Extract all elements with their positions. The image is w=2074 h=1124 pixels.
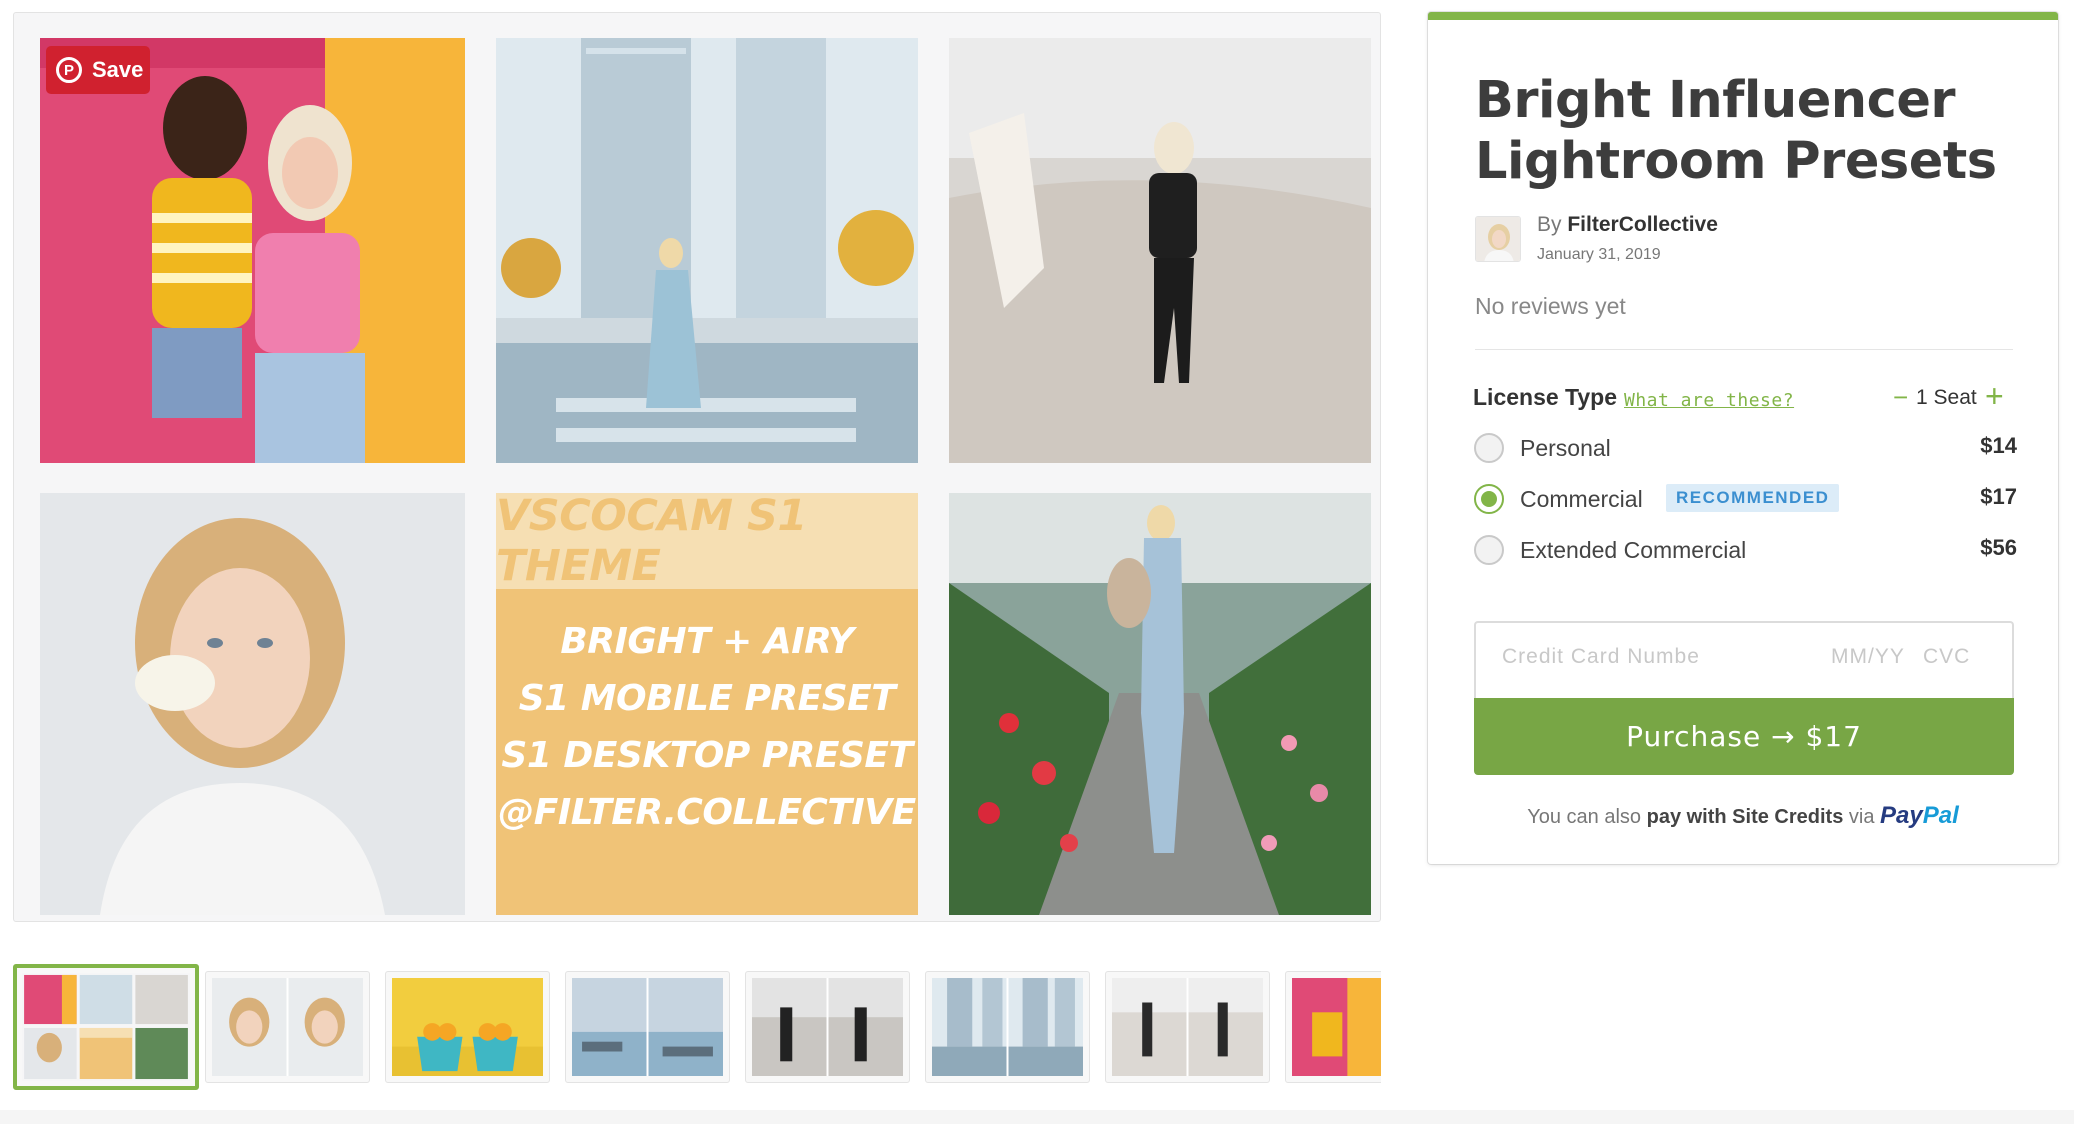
seat-decrement-button[interactable]: − xyxy=(1893,384,1908,410)
paypal-logo-pal: Pal xyxy=(1922,802,1959,829)
promo-line: @FILTER.COLLECTIVE xyxy=(498,792,916,833)
reviews-status: No reviews yet xyxy=(1475,293,1626,319)
promo-theme-band: VSCOCAM S1 THEME xyxy=(496,491,918,591)
preview-image-couple[interactable] xyxy=(40,38,465,463)
thumbnail[interactable] xyxy=(925,971,1090,1083)
product-title: Bright Influencer Lightroom Presets xyxy=(1475,71,1997,191)
license-option-label: Personal xyxy=(1520,435,1611,461)
license-option-label: Extended Commercial xyxy=(1520,537,1747,563)
purchase-button[interactable]: Purchase → $17 xyxy=(1474,698,2014,775)
promo-line: S1 DESKTOP PRESET xyxy=(501,735,913,776)
by-label: By xyxy=(1537,213,1562,236)
pinterest-icon: P xyxy=(56,57,82,83)
license-option-price: $56 xyxy=(1980,535,2017,560)
seat-increment-button[interactable]: + xyxy=(1985,380,2004,412)
license-option-label: Commercial xyxy=(1520,486,1643,512)
thumbnail-strip xyxy=(13,964,1381,1094)
license-type-label: License Type xyxy=(1473,384,1618,410)
preview-image-city[interactable] xyxy=(496,38,918,463)
thumbnail[interactable] xyxy=(13,964,199,1090)
license-option-commercial[interactable]: Commercial RECOMMENDED $17 xyxy=(1474,484,2017,514)
paypal-logo-pay: Pay xyxy=(1880,802,1923,829)
radio-button-selected[interactable] xyxy=(1474,484,1504,514)
page-bottom-band xyxy=(0,1110,2074,1124)
author-link[interactable]: FilterCollective xyxy=(1567,213,1718,236)
preview-gallery: VSCOCAM S1 THEME BRIGHT + AIRY S1 MOBILE… xyxy=(13,12,1381,922)
thumbnail[interactable] xyxy=(1105,971,1270,1083)
purchase-panel: Bright Influencer Lightroom Presets By F… xyxy=(1428,12,2058,864)
thumbnail[interactable] xyxy=(565,971,730,1083)
alt-pay-via: via xyxy=(1848,806,1875,828)
seat-count: 1 Seat xyxy=(1916,386,1977,409)
promo-line: BRIGHT + AIRY xyxy=(560,621,854,662)
license-option-extended-commercial[interactable]: Extended Commercial $56 xyxy=(1474,535,2017,565)
radio-button[interactable] xyxy=(1474,433,1504,463)
divider xyxy=(1475,349,2013,350)
thumbnail[interactable] xyxy=(1285,971,1381,1083)
license-option-price: $14 xyxy=(1980,433,2017,458)
preview-image-portrait[interactable] xyxy=(40,493,465,915)
thumbnail[interactable] xyxy=(385,971,550,1083)
promo-lines: BRIGHT + AIRY S1 MOBILE PRESET S1 DESKTO… xyxy=(496,613,918,841)
card-number-input[interactable] xyxy=(1502,645,1802,669)
preview-image-beach[interactable] xyxy=(949,38,1371,463)
credit-card-form xyxy=(1474,621,2014,698)
license-help-link[interactable]: What are these? xyxy=(1624,390,1794,411)
thumbnail[interactable] xyxy=(745,971,910,1083)
author-line: By FilterCollective xyxy=(1537,213,1718,237)
site-credits-link[interactable]: pay with Site Credits xyxy=(1647,806,1844,828)
author-avatar[interactable] xyxy=(1475,216,1521,262)
thumbnail[interactable] xyxy=(205,971,370,1083)
paypal-link[interactable]: PayPal xyxy=(1880,802,1959,829)
pinterest-save-button[interactable]: P Save xyxy=(46,46,150,94)
alternate-payment: You can also pay with Site Credits via P… xyxy=(1428,802,2058,830)
license-option-personal[interactable]: Personal $14 xyxy=(1474,433,2017,463)
radio-button[interactable] xyxy=(1474,535,1504,565)
license-option-price: $17 xyxy=(1980,484,2017,509)
preview-image-greenhouse[interactable] xyxy=(949,493,1371,915)
card-cvc-input[interactable] xyxy=(1923,645,1983,669)
recommended-badge: RECOMMENDED xyxy=(1666,484,1840,512)
promo-tile[interactable]: VSCOCAM S1 THEME BRIGHT + AIRY S1 MOBILE… xyxy=(496,491,918,915)
promo-line: S1 MOBILE PRESET xyxy=(518,678,896,719)
save-label: Save xyxy=(92,57,144,82)
card-expiry-input[interactable] xyxy=(1831,645,1921,669)
publish-date: January 31, 2019 xyxy=(1537,246,1661,263)
alt-pay-prefix: You can also xyxy=(1527,806,1642,828)
promo-theme: VSCOCAM S1 THEME xyxy=(496,491,807,591)
